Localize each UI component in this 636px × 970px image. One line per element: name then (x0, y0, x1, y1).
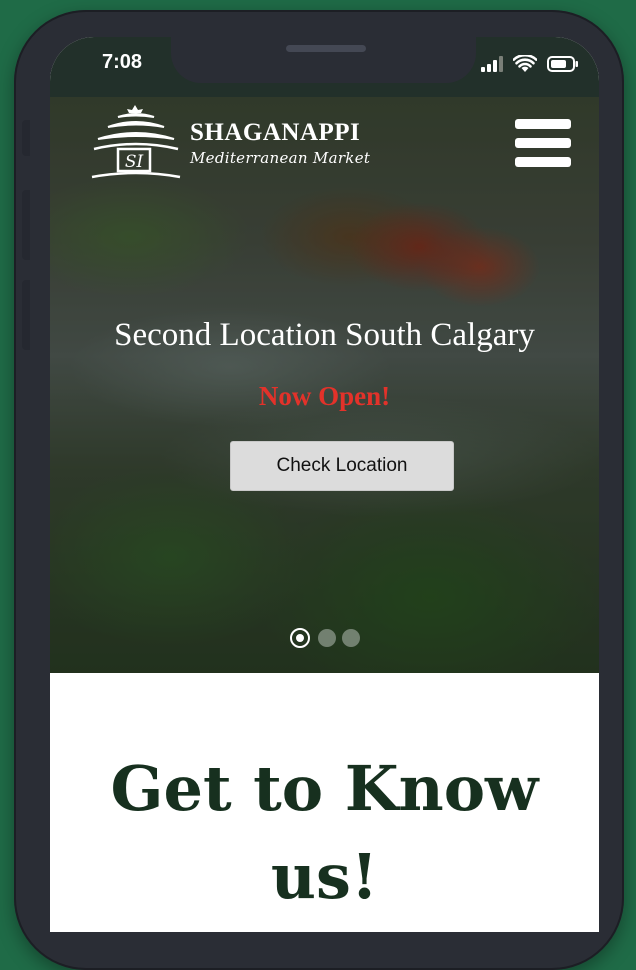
hamburger-menu-icon[interactable] (515, 119, 571, 167)
hero-subtitle: Now Open! (258, 381, 391, 411)
battery-icon (547, 56, 578, 72)
mute-switch (22, 120, 30, 156)
carousel-dot-3[interactable] (341, 629, 360, 647)
svg-text:SI: SI (125, 152, 144, 172)
logo-name: SHAGANAPPI (190, 119, 361, 146)
wifi-icon (513, 55, 537, 72)
volume-up-button (22, 190, 30, 260)
about-heading: Get to Know us! (110, 752, 539, 913)
hero-title: Second Location South Calgary (114, 317, 535, 353)
notch (171, 37, 476, 83)
volume-down-button (22, 280, 30, 350)
check-location-button[interactable]: Check Location (230, 441, 454, 491)
cellular-signal-icon (481, 56, 503, 72)
carousel-dot-2[interactable] (317, 629, 336, 647)
about-section: Get to Know us! (50, 673, 599, 932)
logo-subtitle: Mediterranean Market (190, 149, 371, 167)
phone-screen: 7:08 SI SHAGANAPPI Mediterranean Market … (50, 37, 599, 932)
carousel-dot-1[interactable] (289, 628, 310, 648)
carousel-dots (50, 628, 599, 648)
hero-carousel[interactable]: SI SHAGANAPPI Mediterranean Market Secon… (50, 97, 599, 673)
logo[interactable]: SI SHAGANAPPI Mediterranean Market (88, 103, 370, 183)
status-time: 7:08 (102, 51, 143, 73)
shaganappi-logo-icon: SI (91, 105, 181, 179)
status-icons (481, 55, 579, 73)
speaker (286, 45, 366, 52)
status-bar: 7:08 (50, 37, 599, 97)
